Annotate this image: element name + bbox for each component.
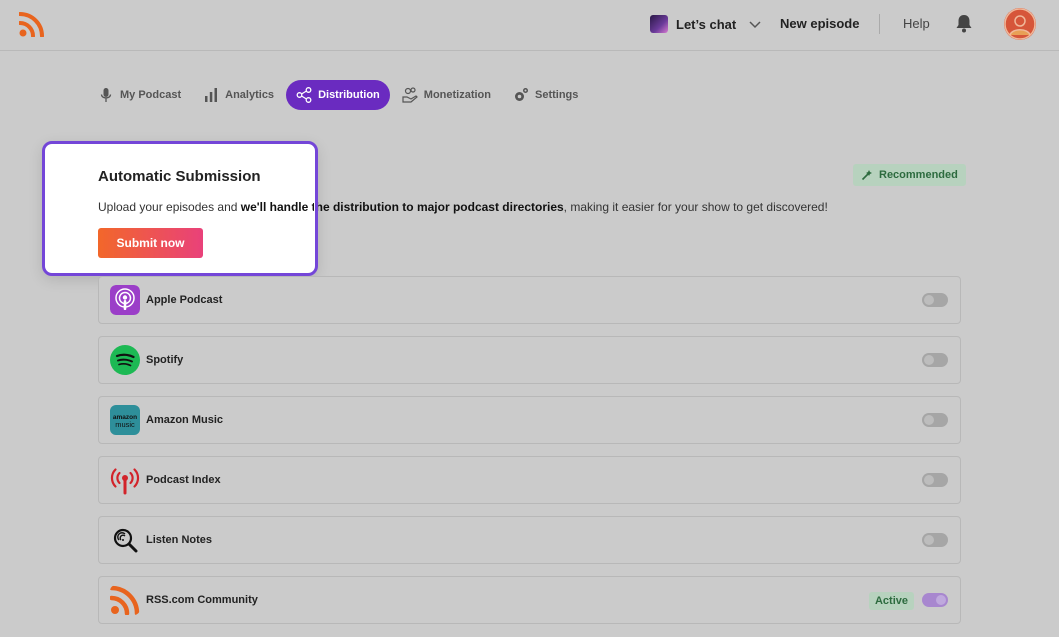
rss-logo-icon[interactable]: [19, 11, 45, 37]
user-avatar[interactable]: [1004, 8, 1036, 40]
microphone-icon: [100, 88, 112, 102]
amazon-music-icon: amazon music: [110, 405, 140, 435]
spotify-icon: [110, 345, 140, 375]
tab-analytics[interactable]: Analytics: [193, 80, 284, 110]
bar-chart-icon: [205, 88, 218, 102]
listen-notes-icon: [113, 528, 138, 553]
directory-name: Amazon Music: [146, 414, 224, 426]
apple-podcasts-icon: [110, 285, 140, 315]
share-icon: [296, 87, 312, 103]
listen-notes-toggle[interactable]: [922, 533, 948, 547]
podcast-cover-thumbnail: [650, 15, 668, 33]
directory-name: Podcast Index: [146, 474, 221, 486]
top-bar: Let’s chat New episode Help: [0, 0, 1059, 51]
tab-label: Settings: [535, 89, 579, 101]
wand-icon: [861, 170, 872, 181]
bell-icon[interactable]: [955, 14, 973, 33]
submit-now-button[interactable]: Submit now: [98, 228, 203, 258]
tab-monetization[interactable]: Monetization: [392, 80, 501, 110]
rss-icon: [110, 585, 140, 615]
directory-row-amazon-music: amazon music Amazon Music: [98, 396, 961, 444]
tab-label: My Podcast: [120, 89, 182, 101]
amazon-music-toggle[interactable]: [922, 413, 948, 427]
rss-community-toggle[interactable]: [922, 593, 948, 607]
directory-name: Spotify: [146, 354, 184, 366]
directory-row-rss-community: RSS.com Community Active: [98, 576, 961, 624]
popover-description: Upload your episodes and we'll handle th…: [98, 200, 314, 216]
active-badge: Active: [868, 592, 914, 610]
recommended-label: Recommended: [879, 169, 958, 181]
directory-row-podcast-index: Podcast Index: [98, 456, 961, 504]
podcast-index-toggle[interactable]: [922, 473, 948, 487]
tab-label: Monetization: [423, 89, 491, 101]
directory-name: Listen Notes: [146, 534, 213, 546]
header-divider: [879, 14, 880, 34]
nav-tabs: My Podcast Analytics Distribution Moneti…: [88, 80, 590, 110]
directory-name: RSS.com Community: [146, 594, 258, 606]
user-icon: [1004, 8, 1036, 40]
gear-icon: [515, 88, 528, 101]
directory-row-apple-podcast: Apple Podcast: [98, 276, 961, 324]
tab-settings[interactable]: Settings: [503, 80, 588, 110]
new-episode-link[interactable]: New episode: [780, 16, 859, 31]
svg-text:music: music: [115, 420, 135, 429]
directory-name: Apple Podcast: [146, 294, 223, 306]
money-hand-icon: [402, 87, 418, 103]
tab-my-podcast[interactable]: My Podcast: [88, 80, 191, 110]
tab-distribution[interactable]: Distribution: [286, 80, 390, 110]
spotify-toggle[interactable]: [922, 353, 948, 367]
tab-label: Analytics: [225, 89, 275, 101]
podcast-switcher[interactable]: Let’s chat: [650, 13, 762, 35]
podcast-name: Let’s chat: [676, 16, 737, 32]
directory-row-listen-notes: Listen Notes: [98, 516, 961, 564]
recommended-badge: Recommended: [853, 164, 966, 186]
chevron-down-icon: [749, 21, 761, 29]
help-link[interactable]: Help: [903, 16, 930, 31]
podcast-index-icon: [110, 468, 140, 495]
submission-title: Automatic Submission: [98, 168, 261, 185]
tab-label: Distribution: [318, 89, 380, 101]
apple-podcast-toggle[interactable]: [922, 293, 948, 307]
directory-row-spotify: Spotify: [98, 336, 961, 384]
